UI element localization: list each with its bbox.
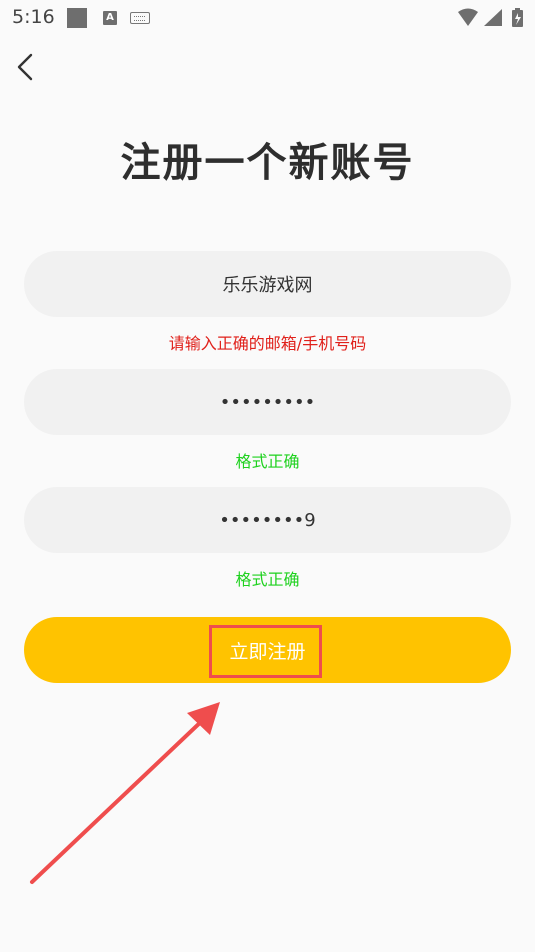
password-field[interactable]: ••••••••• [24,369,511,435]
register-button-label: 立即注册 [229,640,306,663]
password-input[interactable]: ••••••••• [220,392,316,413]
chevron-left-icon[interactable] [14,52,38,84]
a-icon: A [103,11,117,25]
status-right-icons [458,8,523,27]
confirm-password-input[interactable]: ••••••••9 [219,510,315,531]
square-icon [67,8,87,28]
status-time: 5:16 [12,6,55,28]
keyboard-icon [130,12,150,24]
username-field[interactable] [24,251,511,317]
username-hint: 请输入正确的邮箱/手机号码 [168,334,367,353]
signal-icon [484,9,502,26]
username-input[interactable] [24,272,511,296]
battery-icon [512,8,523,27]
password-hint: 格式正确 [235,452,300,471]
confirm-password-field[interactable]: ••••••••9 [24,487,511,553]
wifi-icon [458,8,478,26]
confirm-password-hint: 格式正确 [235,570,300,589]
register-button[interactable]: 立即注册 [24,617,511,683]
status-bar: 5:16 A [0,0,535,36]
page-title: 注册一个新账号 [120,140,415,186]
